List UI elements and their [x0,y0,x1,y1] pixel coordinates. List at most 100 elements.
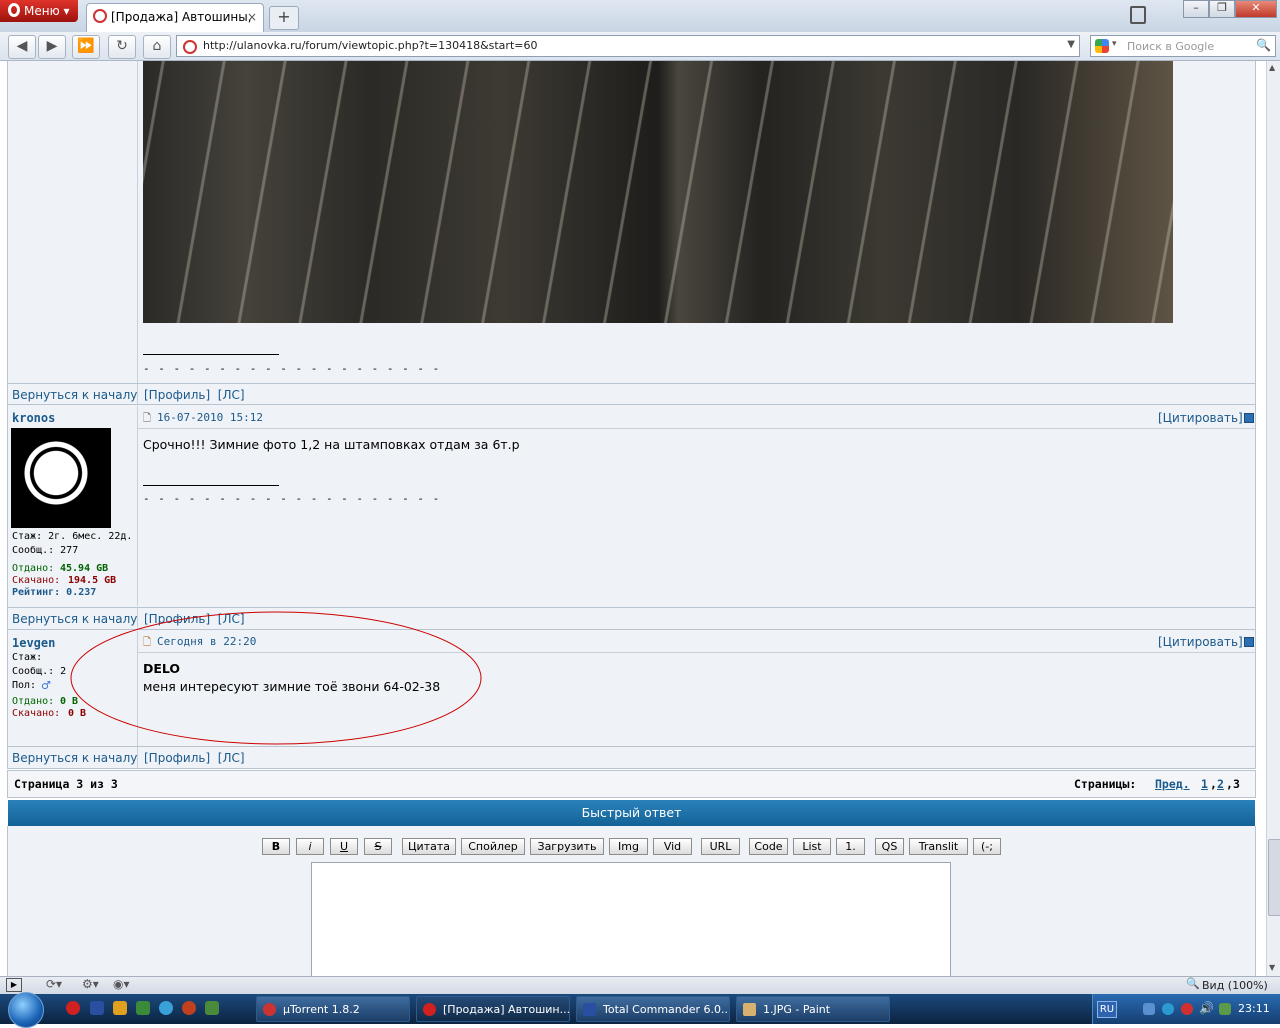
page-2-link[interactable]: 2 [1217,777,1224,791]
taskbar-item-opera[interactable]: [Продажа] Автошин... [416,996,570,1022]
profile-pm-links[interactable]: [Профиль] [ЛС] [144,751,245,765]
app-icon[interactable] [159,1001,173,1015]
google-icon[interactable] [1095,39,1109,53]
prev-page-link[interactable]: Пред. [1155,777,1190,791]
upload-button[interactable]: Загрузить [530,838,604,855]
address-bar[interactable]: http://ulanovka.ru/forum/viewtopic.php?t… [176,35,1080,57]
code-button[interactable]: Code [749,838,788,855]
select-post-icon[interactable] [1244,637,1254,647]
restore-button[interactable]: ❐ [1209,0,1235,18]
taskbar-item-total-commander[interactable]: Total Commander 6.0... [576,996,730,1022]
chevron-down-icon[interactable]: ▾ [1112,39,1117,49]
app-icon[interactable] [182,1001,196,1015]
page-separator: , [1210,777,1217,791]
zoom-icon[interactable]: 🔍 [1186,977,1200,990]
home-icon[interactable]: ⌂ [143,35,171,59]
panel-toggle-icon[interactable]: ▶ [6,978,22,992]
spoiler-button[interactable]: Спойлер [461,838,525,855]
fast-forward-icon[interactable]: ⏩ [72,35,100,59]
smilies-button[interactable]: (-; [973,838,1001,855]
quick-reply-header: Быстрый ответ [8,800,1255,826]
forward-arrow-icon[interactable]: ▶ [38,35,66,59]
back-to-top-link[interactable]: Вернуться к началу [12,751,137,765]
select-post-icon[interactable] [1244,413,1254,423]
browser-tab[interactable]: [Продажа] Автошины, ...× [86,3,264,50]
new-tab-button[interactable]: + [269,6,299,30]
reload-icon[interactable]: ↻ [108,35,136,59]
tire-photo[interactable] [143,61,1173,323]
reply-textarea[interactable] [311,862,951,976]
page-separator: , [1226,777,1233,791]
url-text[interactable]: http://ulanovka.ru/forum/viewtopic.php?t… [203,39,537,52]
window-close-button[interactable]: ✕ [1235,0,1277,18]
post-author-name[interactable]: kronos [12,411,55,425]
user-stazh: Стаж: [12,652,43,663]
scroll-thumb[interactable] [1268,839,1280,916]
vid-button[interactable]: Vid [653,838,692,855]
back-to-top-link[interactable]: Вернуться к началу [12,388,137,402]
bold-button[interactable]: B [262,838,290,855]
tab-close-button[interactable]: × [247,4,257,30]
user-gender-label: Пол: [12,680,37,691]
app-icon[interactable] [113,1001,127,1015]
page-1-link[interactable]: 1 [1201,777,1208,791]
total-commander-icon[interactable] [90,1001,104,1015]
search-input[interactable]: ▾ Поиск в Google 🔍 [1090,35,1276,57]
taskbar-item-utorrent[interactable]: µTorrent 1.8.2 [256,996,410,1022]
page-info: Страница 3 из 3 [14,777,118,791]
current-page: 3 [1233,777,1240,791]
tray-app-icon[interactable] [1162,1003,1174,1015]
user-stazh: Стаж: 2г. 6мес. 22д. [12,531,133,542]
app-icon[interactable] [136,1001,150,1015]
img-button[interactable]: Img [609,838,648,855]
system-clock[interactable]: 23:11 [1238,1002,1270,1015]
user-given-label: Отдано: [12,696,55,707]
start-button[interactable] [0,992,50,1028]
scroll-up-icon[interactable]: ▲ [1269,63,1275,72]
quote-button[interactable]: [Цитировать] [1158,411,1243,425]
language-indicator[interactable]: RU [1097,1001,1117,1018]
sync-icon[interactable]: ⟳▾ [46,977,62,991]
taskbar-item-paint[interactable]: 1.JPG - Paint [736,996,890,1022]
translit-button[interactable]: Translit [909,838,968,855]
profile-pm-links[interactable]: [Профиль] [ЛС] [144,388,245,402]
post-text: Срочно!!! Зимние фото 1,2 на штамповках … [143,437,520,452]
page-scrollbar[interactable]: ▲ ▼ [1266,61,1280,976]
post-header-divider [137,428,1255,429]
post-date[interactable]: 16-07-2010 15:12 [157,411,263,424]
post-author-name[interactable]: 1evgen [12,636,55,650]
strike-button[interactable]: S [364,838,392,855]
post-kronos [7,405,1256,607]
list-button[interactable]: List [793,838,831,855]
app-icon[interactable] [205,1001,219,1015]
minimize-button[interactable]: – [1183,0,1209,18]
quote-button[interactable]: [Цитировать] [1158,635,1243,649]
trash-icon[interactable] [1130,6,1146,24]
search-icon[interactable]: 🔍 [1256,38,1271,52]
tray-app-icon[interactable] [1219,1003,1231,1015]
user-rating: Рейтинг: 0.237 [12,587,97,598]
total-commander-icon [583,1003,596,1016]
italic-button[interactable]: i [296,838,324,855]
zoom-label[interactable]: Вид (100%) [1202,979,1268,992]
network-icon[interactable] [1143,1003,1155,1015]
turbo-icon[interactable]: ◉▾ [113,977,130,991]
opera-icon[interactable] [66,1001,80,1015]
quote-bbcode-button[interactable]: Цитата [402,838,456,855]
numbered-list-button[interactable]: 1. [836,838,865,855]
opera-logo-icon [8,3,20,17]
qs-button[interactable]: QS [875,838,904,855]
underline-button[interactable]: U [330,838,358,855]
signature-dashes: - - - - - - - - - - - - - - - - - - - - [143,492,441,505]
volume-icon[interactable]: 🔊 [1199,1001,1214,1015]
back-arrow-icon[interactable]: ◀ [8,35,36,59]
scroll-down-icon[interactable]: ▼ [1269,963,1275,972]
utorrent-tray-icon[interactable] [1181,1003,1193,1015]
signature-dashes: - - - - - - - - - - - - - - - - - - - - [143,362,441,375]
chevron-down-icon[interactable]: ▼ [1067,39,1075,50]
url-button[interactable]: URL [701,838,740,855]
unite-icon[interactable]: ⚙▾ [82,977,99,991]
annotation-ellipse [70,611,482,745]
user-downloaded-label: Скачано: [12,575,61,586]
opera-menu-button[interactable]: Меню ▾ [0,0,78,22]
